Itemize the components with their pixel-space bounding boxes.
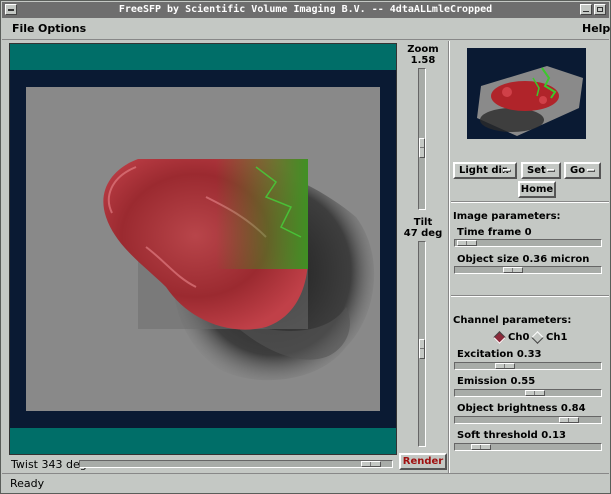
maximize-icon: [597, 7, 603, 12]
green-channel-volume: [216, 159, 308, 269]
object-size-slider-thumb[interactable]: [503, 267, 523, 273]
object-brightness-label: Object brightness 0.84: [457, 403, 586, 414]
light-dir-menu[interactable]: Light dir.: [453, 162, 517, 179]
window-menu-button[interactable]: [5, 4, 17, 15]
window-title: FreeSFP by Scientific Volume Imaging B.V…: [118, 4, 493, 15]
light-dir-label: Light dir.: [459, 165, 510, 176]
object-size-label: Object size 0.36 micron: [457, 254, 590, 265]
render-button[interactable]: Render: [399, 453, 447, 470]
emission-slider-thumb[interactable]: [525, 390, 545, 396]
light-dir-dropdown-icon: [503, 169, 511, 172]
zoom-slider[interactable]: [418, 68, 426, 210]
excitation-slider-thumb[interactable]: [495, 363, 515, 369]
preview-thumbnail[interactable]: [467, 48, 586, 139]
object-size-slider[interactable]: [454, 266, 602, 274]
go-dropdown-icon: [587, 169, 595, 172]
time-frame-slider-thumb[interactable]: [457, 240, 477, 246]
channel-parameters-heading: Channel parameters:: [453, 315, 572, 326]
soft-threshold-slider-thumb[interactable]: [471, 444, 491, 450]
volume-viewer[interactable]: [9, 43, 397, 455]
viewer-top-band: [10, 44, 396, 70]
status-bar: Ready: [2, 473, 609, 494]
twist-slider[interactable]: [79, 460, 393, 468]
volume-rendering: [103, 159, 375, 381]
object-brightness-slider[interactable]: [454, 416, 602, 424]
time-frame-slider[interactable]: [454, 239, 602, 247]
excitation-slider[interactable]: [454, 362, 602, 370]
title-bar[interactable]: FreeSFP by Scientific Volume Imaging B.V…: [2, 2, 609, 18]
ch0-label: Ch0: [508, 332, 530, 343]
image-parameters-heading: Image parameters:: [453, 211, 561, 222]
window-menu-icon: [8, 9, 14, 11]
tilt-value: 47 deg: [403, 228, 443, 239]
object-brightness-slider-thumb[interactable]: [559, 417, 579, 423]
tilt-slider-thumb[interactable]: [419, 339, 425, 359]
panel-divider: [448, 41, 450, 473]
twist-label: Twist 343 deg: [11, 458, 87, 471]
go-menu[interactable]: Go: [564, 162, 601, 179]
separator: [451, 201, 609, 203]
preview-shadow: [480, 108, 544, 132]
preview-red-spot: [502, 87, 512, 97]
go-label: Go: [570, 165, 586, 176]
excitation-label: Excitation 0.33: [457, 349, 542, 360]
app-window: FreeSFP by Scientific Volume Imaging B.V…: [0, 0, 611, 494]
twist-slider-thumb[interactable]: [361, 461, 381, 467]
set-label: Set: [527, 165, 546, 176]
minimize-icon: [583, 11, 589, 12]
maximize-button[interactable]: [594, 4, 606, 15]
preview-red-spot: [539, 96, 547, 104]
status-text: Ready: [10, 477, 45, 490]
zoom-value: 1.58: [410, 55, 436, 66]
emission-slider[interactable]: [454, 389, 602, 397]
ch1-label: Ch1: [546, 332, 568, 343]
render-canvas[interactable]: [26, 87, 380, 411]
viewer-bottom-band: [10, 428, 396, 454]
preview-red-blob: [491, 81, 559, 111]
menu-options[interactable]: Options: [38, 22, 86, 35]
ch1-radio[interactable]: [531, 331, 544, 344]
soft-threshold-label: Soft threshold 0.13: [457, 430, 566, 441]
tilt-slider[interactable]: [418, 241, 426, 447]
menu-bar: File Options Help: [2, 19, 610, 40]
preview-rendering: [477, 66, 583, 136]
ch0-radio[interactable]: [493, 331, 506, 344]
soft-threshold-slider[interactable]: [454, 443, 602, 451]
home-button[interactable]: Home: [518, 181, 556, 198]
separator: [451, 295, 609, 297]
set-dropdown-icon: [547, 169, 555, 172]
minimize-button[interactable]: [580, 4, 592, 15]
menu-help[interactable]: Help: [582, 22, 610, 35]
twist-control: Twist 343 deg: [9, 457, 397, 473]
set-menu[interactable]: Set: [521, 162, 561, 179]
zoom-slider-thumb[interactable]: [419, 138, 425, 158]
menu-file[interactable]: File: [12, 22, 35, 35]
time-frame-label: Time frame 0: [457, 227, 532, 238]
emission-label: Emission 0.55: [457, 376, 536, 387]
